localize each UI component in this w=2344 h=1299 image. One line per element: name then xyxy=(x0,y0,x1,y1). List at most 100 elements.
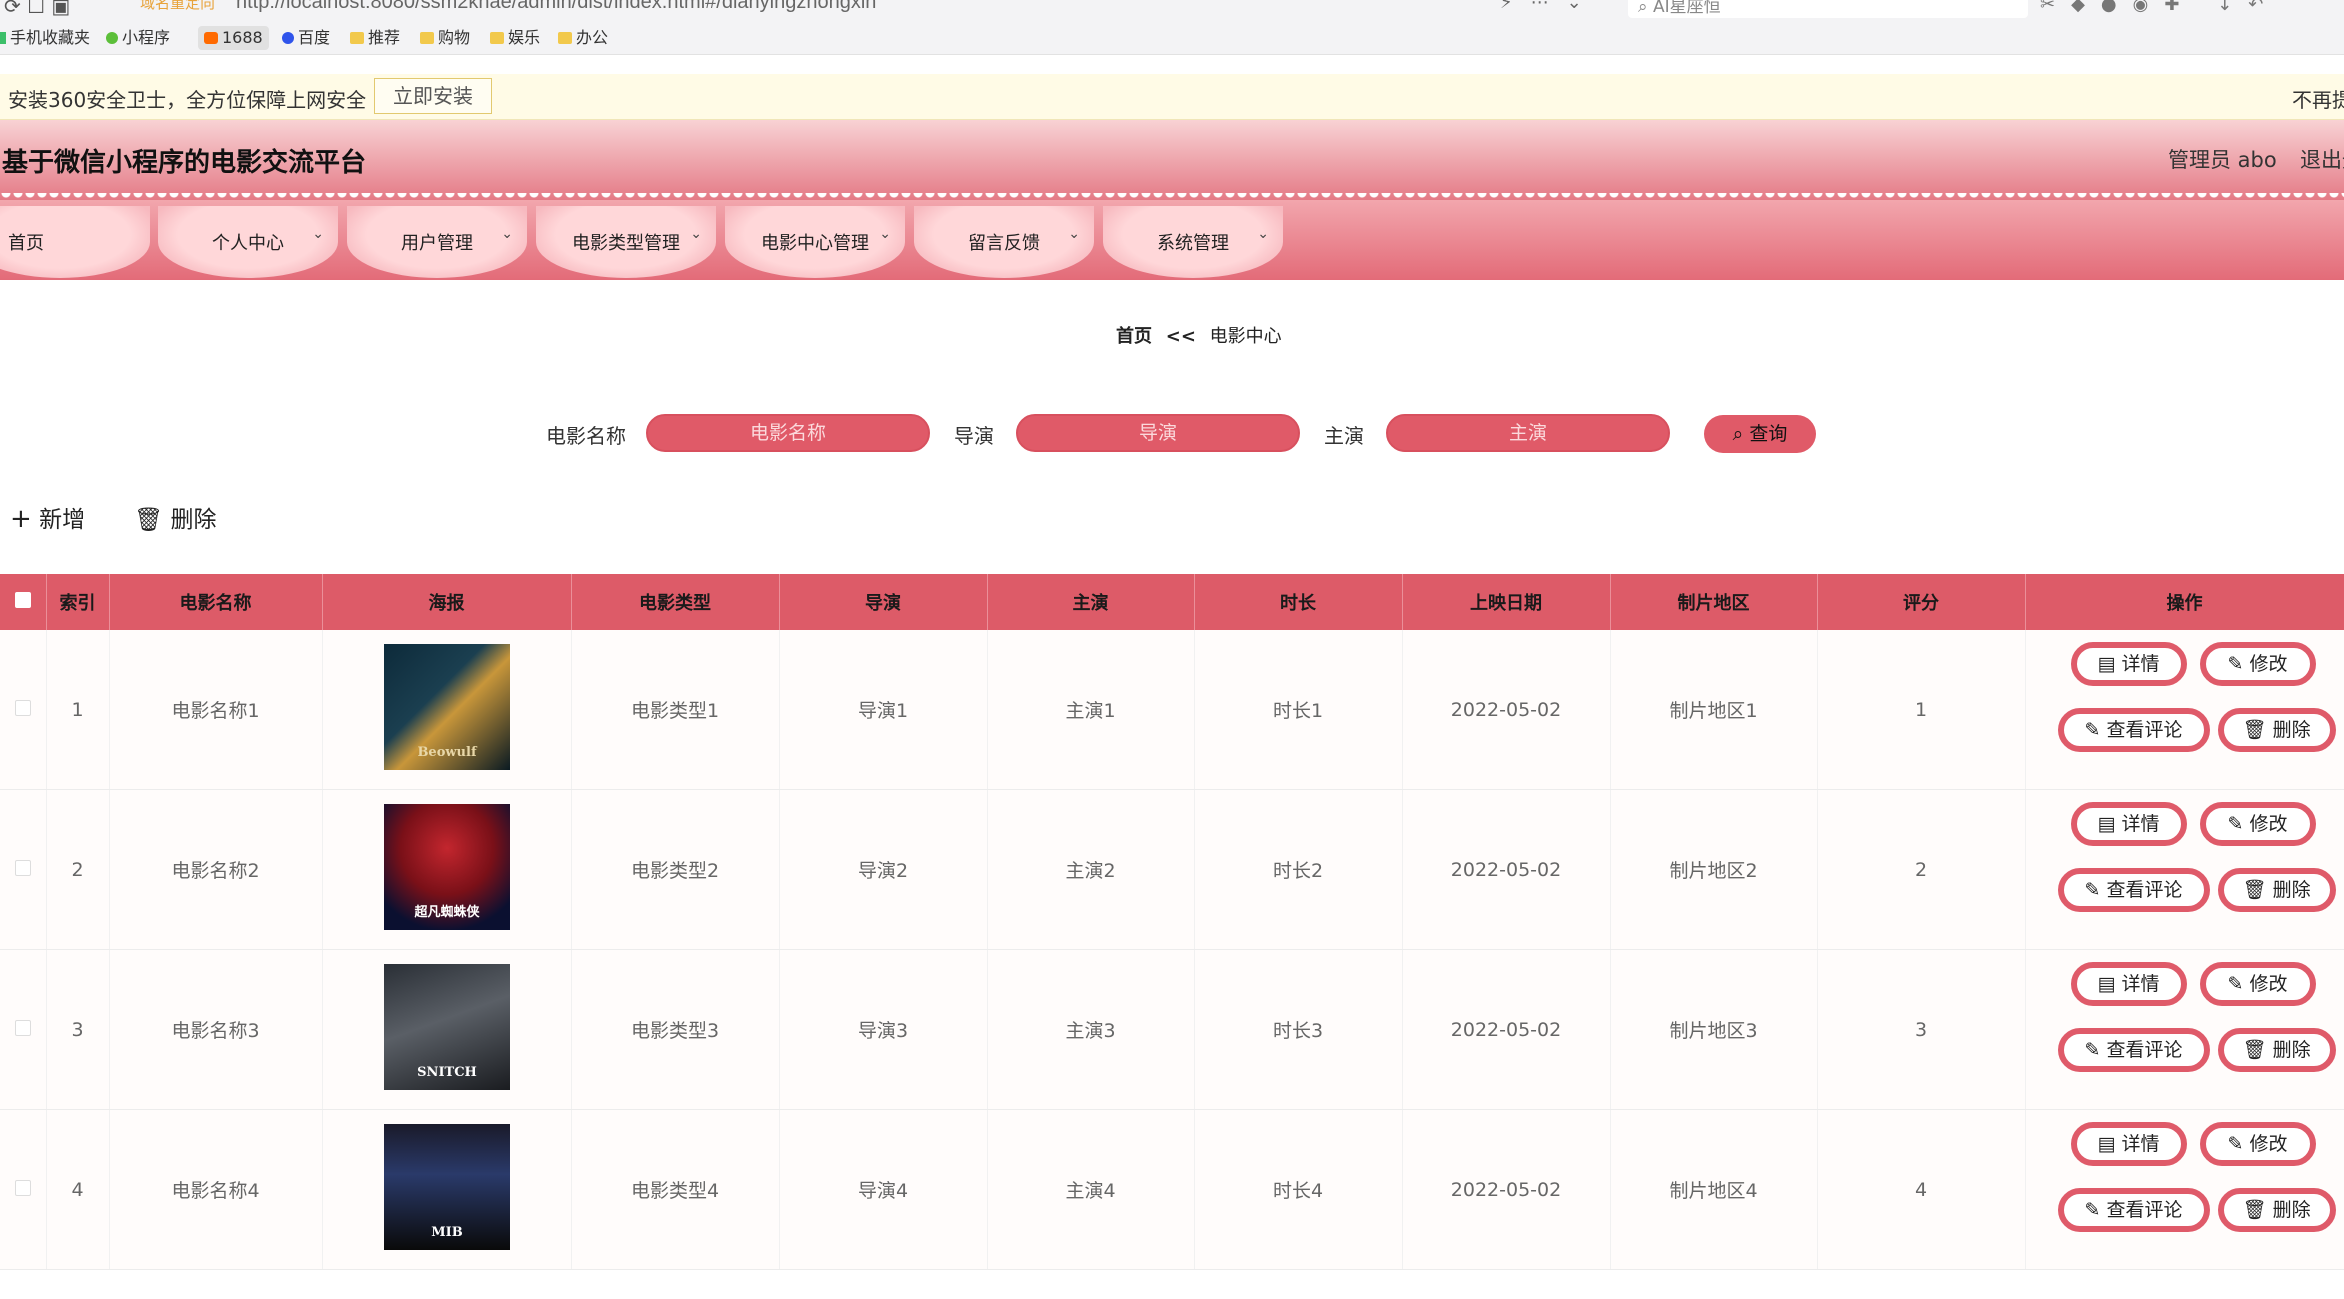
detail-button[interactable]: ▤ 详情 xyxy=(2070,642,2187,686)
movie-poster-image[interactable]: 超凡蜘蛛侠 xyxy=(383,804,510,930)
movie-poster-image[interactable]: MIB xyxy=(383,1124,510,1250)
bookmark-mobile-favorites[interactable]: 手机收藏夹 xyxy=(0,26,90,50)
plus-icon: + xyxy=(10,504,32,534)
nav-item-user-management[interactable]: 用户管理 ⌄ xyxy=(347,206,527,278)
column-header: 主演 xyxy=(987,574,1195,630)
pencil-icon: ✎ xyxy=(2084,1039,2101,1061)
extension-icons[interactable]: ✂◆●◉✚ ↓↶ xyxy=(2040,0,2279,15)
nav-item-feedback[interactable]: 留言反馈 ⌄ xyxy=(914,206,1094,278)
delete-button[interactable]: 🗑 删除 xyxy=(2217,868,2336,912)
director-input[interactable] xyxy=(1016,414,1300,452)
add-button[interactable]: + 新增 xyxy=(10,500,85,534)
select-all-checkbox[interactable] xyxy=(14,591,31,608)
detail-button[interactable]: ▤ 详情 xyxy=(2070,962,2187,1006)
edit-button[interactable]: ✎ 修改 xyxy=(2199,962,2316,1006)
column-header: 评分 xyxy=(1817,574,2026,630)
bookmark-1688[interactable]: 1688 xyxy=(198,26,269,50)
logout-link[interactable]: 退出登 xyxy=(2300,144,2344,174)
view-comments-button[interactable]: ✎ 查看评论 xyxy=(2057,868,2210,912)
shield-icon xyxy=(106,32,118,44)
row-checkbox[interactable] xyxy=(14,1179,31,1196)
document-icon: ▤ xyxy=(2097,653,2116,675)
row-select-cell xyxy=(0,1109,47,1270)
score-cell: 4 xyxy=(1817,1109,2026,1270)
view-comments-button[interactable]: ✎ 查看评论 xyxy=(2057,1188,2210,1232)
nav-item-personal-center[interactable]: 个人中心 ⌄ xyxy=(158,206,338,278)
movie-poster-image[interactable]: SNITCH xyxy=(383,964,510,1090)
table-row: 2 电影名称2 超凡蜘蛛侠 电影类型2 导演2 主演2 时长2 2022-05-… xyxy=(0,789,2344,950)
baidu-paw-icon xyxy=(282,32,294,44)
movie-name-label: 电影名称 xyxy=(546,424,626,448)
breadcrumb: 首页 << 电影中心 xyxy=(1116,322,1282,348)
edit-button[interactable]: ✎ 修改 xyxy=(2199,802,2316,846)
main-nav: 首页 个人中心 ⌄ 用户管理 ⌄ 电影类型管理 ⌄ 电影中心管理 ⌄ 留言反馈 ⌄ 系统管… xyxy=(0,200,2344,280)
column-header: 导演 xyxy=(779,574,988,630)
pencil-icon: ✎ xyxy=(2227,653,2244,675)
row-select-cell xyxy=(0,789,47,950)
pencil-icon: ✎ xyxy=(2227,1133,2244,1155)
row-checkbox[interactable] xyxy=(14,699,31,716)
bookmark-folder-recommend[interactable]: 推荐 xyxy=(350,26,400,50)
nav-item-label: 个人中心 xyxy=(212,233,284,254)
row-actions: ▤ 详情 ✎ 修改 ✎ 查看评论 🗑 删除 xyxy=(2026,630,2344,789)
dismiss-notice-link[interactable]: 不再提 xyxy=(2292,84,2344,113)
bookmark-label: 娱乐 xyxy=(508,28,541,47)
bookmark-folder-shopping[interactable]: 购物 xyxy=(420,26,470,50)
notice-message: 安装360安全卫士，全方位保障上网安全 xyxy=(8,88,367,112)
view-comments-button[interactable]: ✎ 查看评论 xyxy=(2057,708,2210,752)
movie-name-cell: 电影名称2 xyxy=(109,789,323,950)
delete-button[interactable]: 🗑 删除 xyxy=(2217,1028,2336,1072)
bookmark-miniprogram[interactable]: 小程序 xyxy=(106,26,170,50)
bookmark-folder-entertainment[interactable]: 娱乐 xyxy=(490,26,540,50)
nav-item-home[interactable]: 首页 xyxy=(0,206,150,278)
nav-item-movie-type-management[interactable]: 电影类型管理 ⌄ xyxy=(536,206,716,278)
url-field[interactable]: http://localhost:8080/ssm2knae/admin/dis… xyxy=(236,0,876,14)
delete-button[interactable]: 🗑 删除 xyxy=(2217,1188,2336,1232)
breadcrumb-home[interactable]: 首页 xyxy=(1116,326,1152,347)
detail-button[interactable]: ▤ 详情 xyxy=(2070,1122,2187,1166)
query-button-label: 查询 xyxy=(1749,423,1788,445)
nav-item-system-management[interactable]: 系统管理 ⌄ xyxy=(1103,206,1283,278)
detail-button[interactable]: ▤ 详情 xyxy=(2070,802,2187,846)
detail-label: 详情 xyxy=(2121,1133,2160,1155)
ai-search-input[interactable]: ⌕ AI星座恒 xyxy=(1628,0,2028,18)
query-button[interactable]: ⌕ 查询 xyxy=(1704,415,1816,453)
pencil-icon: ✎ xyxy=(2084,719,2101,741)
row-actions: ▤ 详情 ✎ 修改 ✎ 查看评论 🗑 删除 xyxy=(2026,950,2344,1109)
row-checkbox[interactable] xyxy=(14,859,31,876)
bookmark-baidu[interactable]: 百度 xyxy=(282,26,330,50)
row-checkbox[interactable] xyxy=(14,1019,31,1036)
app-header: 基于微信小程序的电影交流平台 管理员 abo 退出登 xyxy=(0,120,2344,200)
director-cell: 导演1 xyxy=(779,630,988,790)
score-cell: 1 xyxy=(1817,630,2026,790)
browser-nav-icons[interactable]: ⟳ ☐ ▣ xyxy=(4,0,70,18)
edit-label: 修改 xyxy=(2249,973,2288,995)
header-scallop-divider xyxy=(0,193,2344,205)
detail-label: 详情 xyxy=(2121,653,2160,675)
install-now-button[interactable]: 立即安装 xyxy=(374,78,492,114)
actor-input[interactable] xyxy=(1386,414,1670,452)
index-cell: 4 xyxy=(46,1109,110,1270)
view-comments-button[interactable]: ✎ 查看评论 xyxy=(2057,1028,2210,1072)
nav-item-movie-center-management[interactable]: 电影中心管理 ⌄ xyxy=(725,206,905,278)
batch-delete-button[interactable]: 🗑 删除 xyxy=(134,500,217,534)
url-action-icons[interactable]: ⚡⋯⌄ xyxy=(1500,0,1600,13)
edit-button[interactable]: ✎ 修改 xyxy=(2199,642,2316,686)
delete-button[interactable]: 🗑 删除 xyxy=(2217,708,2336,752)
bookmark-folder-office[interactable]: 办公 xyxy=(558,26,608,50)
breadcrumb-current: 电影中心 xyxy=(1209,326,1282,347)
row-select-cell xyxy=(0,949,47,1110)
movie-type-cell: 电影类型3 xyxy=(571,949,780,1110)
app-title: 基于微信小程序的电影交流平台 xyxy=(2,148,367,178)
movie-name-input[interactable] xyxy=(646,414,930,452)
pencil-icon: ✎ xyxy=(2084,879,2101,901)
edit-button[interactable]: ✎ 修改 xyxy=(2199,1122,2316,1166)
row-actions: ▤ 详情 ✎ 修改 ✎ 查看评论 🗑 删除 xyxy=(2026,1110,2344,1269)
bookmark-label: 购物 xyxy=(438,28,471,47)
poster-title-text: MIB xyxy=(430,1225,463,1240)
delete-label: 删除 xyxy=(2272,719,2311,741)
operations-cell: ▤ 详情 ✎ 修改 ✎ 查看评论 🗑 删除 xyxy=(2025,789,2344,950)
nav-item-label: 电影类型管理 xyxy=(572,233,680,254)
bookmark-label: 小程序 xyxy=(122,28,171,47)
movie-poster-image[interactable]: Beowulf xyxy=(383,644,510,770)
